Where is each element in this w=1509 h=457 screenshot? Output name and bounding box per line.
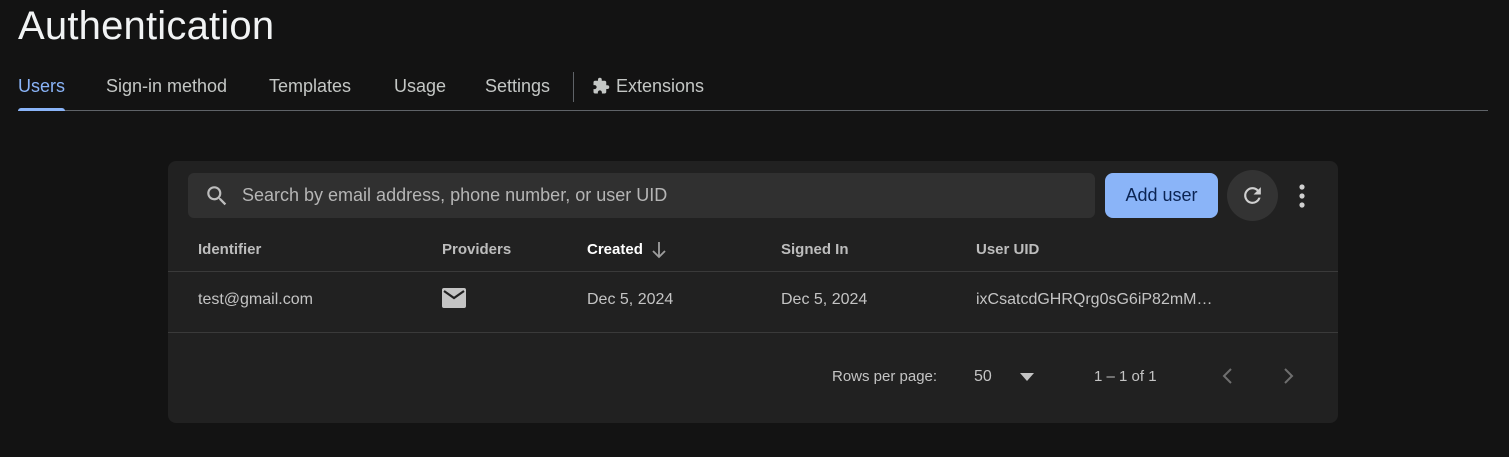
more-vert-icon bbox=[1299, 184, 1305, 208]
search-input[interactable] bbox=[242, 173, 1082, 218]
extension-puzzle-icon bbox=[592, 67, 610, 111]
arrow-down-icon[interactable] bbox=[650, 240, 668, 265]
chevron-left-icon bbox=[1222, 368, 1232, 384]
cell-signed-in: Dec 5, 2024 bbox=[781, 291, 868, 308]
add-user-button[interactable]: Add user bbox=[1105, 173, 1218, 218]
users-card: Add user Identifier Providers Created Si… bbox=[168, 161, 1338, 423]
tab-usage[interactable]: Usage bbox=[394, 64, 446, 110]
refresh-icon bbox=[1244, 187, 1261, 204]
tab-sign-in-method[interactable]: Sign-in method bbox=[106, 64, 227, 110]
column-header-user-uid[interactable]: User UID bbox=[976, 241, 1039, 258]
row-divider bbox=[168, 332, 1338, 333]
cell-user-uid: ixCsatcdGHRQrg0sG6iP82mM… bbox=[976, 291, 1213, 308]
tab-extensions-label: Extensions bbox=[616, 76, 705, 96]
tab-settings[interactable]: Settings bbox=[485, 64, 550, 110]
authentication-page: Authentication Users Sign-in method Temp… bbox=[0, 0, 1509, 457]
rows-per-page-label: Rows per page: bbox=[832, 368, 938, 385]
tab-divider bbox=[573, 72, 574, 102]
page-title: Authentication bbox=[18, 4, 275, 48]
cell-created: Dec 5, 2024 bbox=[587, 291, 674, 308]
next-page-button[interactable] bbox=[1276, 364, 1300, 388]
previous-page-button[interactable] bbox=[1216, 364, 1240, 388]
search-box bbox=[188, 173, 1095, 218]
chevron-down-icon bbox=[1020, 373, 1034, 381]
tab-bar: Users Sign-in method Templates Usage Set… bbox=[18, 64, 1488, 111]
tab-templates[interactable]: Templates bbox=[269, 64, 351, 110]
column-header-providers[interactable]: Providers bbox=[442, 241, 511, 258]
refresh-button[interactable] bbox=[1227, 170, 1278, 221]
cell-identifier: test@gmail.com bbox=[198, 291, 313, 308]
rows-per-page-value: 50 bbox=[974, 368, 992, 385]
tab-extensions[interactable]: Extensions bbox=[592, 64, 704, 110]
header-divider bbox=[168, 271, 1338, 272]
rows-per-page-select[interactable]: 50 bbox=[974, 363, 1034, 391]
tab-users[interactable]: Users bbox=[18, 64, 66, 111]
email-icon bbox=[442, 288, 466, 313]
column-header-created[interactable]: Created bbox=[587, 241, 643, 258]
chevron-right-icon bbox=[1284, 368, 1294, 384]
column-header-identifier[interactable]: Identifier bbox=[198, 241, 261, 258]
search-icon bbox=[204, 183, 230, 214]
more-options-button[interactable] bbox=[1290, 178, 1314, 214]
pagination-range: 1 – 1 of 1 bbox=[1094, 368, 1157, 385]
column-header-signed-in[interactable]: Signed In bbox=[781, 241, 849, 258]
